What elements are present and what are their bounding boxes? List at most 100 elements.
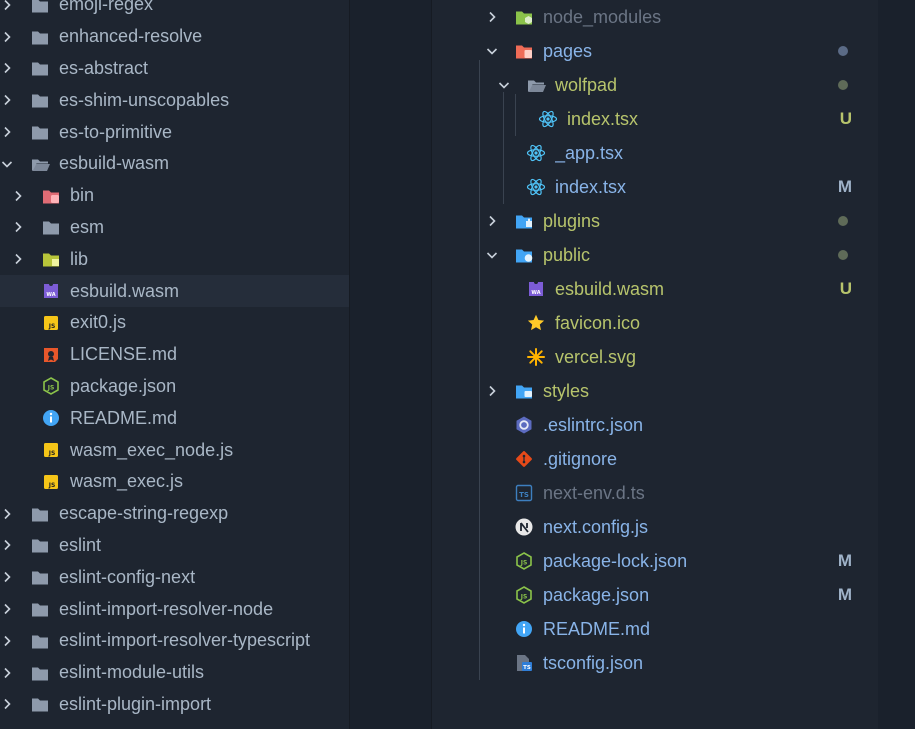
right-edge	[878, 0, 915, 729]
chevron-right-icon[interactable]	[0, 697, 14, 711]
tree-item-eslint-module-utils[interactable]: eslint-module-utils	[0, 657, 349, 689]
git-icon	[514, 449, 534, 469]
chevron-right-icon[interactable]	[485, 384, 499, 398]
tree-item-esbuild-wasm[interactable]: esbuild-wasm	[0, 148, 349, 180]
tree-item-label: package.json	[543, 584, 650, 605]
tree-item-index-tsx[interactable]: index.tsx M	[432, 171, 878, 203]
tsconfig-icon: TS	[514, 653, 534, 673]
tree-item-enhanced-resolve[interactable]: enhanced-resolve	[0, 21, 349, 53]
chevron-right-icon[interactable]	[0, 570, 14, 584]
chevron-right-icon[interactable]	[11, 189, 25, 203]
tree-item-favicon-ico[interactable]: favicon.ico	[432, 307, 878, 339]
tree-item-label: eslint-module-utils	[59, 662, 205, 683]
git-status-badge: M	[837, 177, 852, 196]
tree-item-styles[interactable]: styles	[432, 375, 878, 407]
tree-item-tsconfig-json[interactable]: TS tsconfig.json	[432, 647, 878, 679]
tree-item-label: plugins	[543, 210, 601, 231]
js-file-icon: JS	[41, 440, 61, 460]
tree-item-readme-md[interactable]: README.md	[0, 402, 349, 434]
tree-item-vercel-svg[interactable]: vercel.svg	[432, 341, 878, 373]
info-file-icon	[514, 619, 534, 639]
tree-item-label: eslint-plugin-import	[59, 693, 212, 714]
git-status-badge: M	[837, 585, 852, 604]
chevron-right-icon[interactable]	[0, 125, 14, 139]
svg-text:JS: JS	[48, 482, 56, 489]
chevron-right-icon[interactable]	[0, 666, 14, 680]
tree-item-eslint[interactable]: eslint	[0, 530, 349, 562]
tree-item-plugins[interactable]: plugins	[432, 205, 878, 237]
chevron-down-icon[interactable]	[497, 78, 511, 92]
tree-item-bin[interactable]: bin	[0, 180, 349, 212]
star-icon	[526, 313, 546, 333]
tree-item-es-abstract[interactable]: es-abstract	[0, 53, 349, 85]
tree-item-emoji-regex[interactable]: emoji-regex	[0, 0, 349, 21]
tree-item-es-to-primitive[interactable]: es-to-primitive	[0, 116, 349, 148]
tree-item-lib[interactable]: lib	[0, 243, 349, 275]
tree-item-package-json[interactable]: JS package.json M	[432, 579, 878, 611]
tree-item-escape-string-regexp[interactable]: escape-string-regexp	[0, 498, 349, 530]
tree-item-esbuild-wasm[interactable]: WA esbuild.wasm	[0, 275, 349, 307]
tree-item-eslint-import-resolver-node[interactable]: eslint-import-resolver-node	[0, 593, 349, 625]
folder-icon	[30, 694, 50, 714]
tree-item-label: node_modules	[543, 6, 662, 27]
tree-item-index-tsx[interactable]: index.tsx U	[432, 103, 878, 135]
tree-item-label: package.json	[70, 375, 177, 396]
tree-item-label: README.md	[70, 407, 178, 428]
tree-item-exit0-js[interactable]: JS exit0.js	[0, 307, 349, 339]
tree-item-public[interactable]: public	[432, 239, 878, 271]
folder-icon	[30, 0, 50, 15]
folder-pages-icon	[514, 41, 534, 61]
chevron-down-icon[interactable]	[485, 248, 499, 262]
chevron-right-icon[interactable]	[485, 10, 499, 24]
tree-item-wolfpad[interactable]: wolfpad	[432, 69, 878, 101]
tree-item-package-lock-json[interactable]: JS package-lock.json M	[432, 545, 878, 577]
chevron-right-icon[interactable]	[485, 214, 499, 228]
eslint-icon	[514, 415, 534, 435]
tree-item-label: es-shim-unscopables	[59, 89, 230, 110]
tree-item-esbuild-wasm[interactable]: WA esbuild.wasm U	[432, 273, 878, 305]
tree-item-readme-md[interactable]: README.md	[432, 613, 878, 645]
tree-item-license-md[interactable]: LICENSE.md	[0, 339, 349, 371]
tree-item-gitignore[interactable]: .gitignore	[432, 443, 878, 475]
chevron-right-icon[interactable]	[11, 220, 25, 234]
tree-item-label: next-env.d.ts	[543, 482, 645, 503]
tree-item-eslintrc-json[interactable]: .eslintrc.json	[432, 409, 878, 441]
folder-icon	[30, 504, 50, 524]
tree-item-eslint-plugin-import[interactable]: eslint-plugin-import	[0, 689, 349, 721]
tree-item-es-shim-unscopables[interactable]: es-shim-unscopables	[0, 84, 349, 116]
tree-item-eslint-import-resolver-typescript[interactable]: eslint-import-resolver-typescript	[0, 625, 349, 657]
react-icon	[526, 143, 546, 163]
chevron-right-icon[interactable]	[0, 93, 14, 107]
chevron-right-icon[interactable]	[0, 0, 14, 12]
tree-item-label: esbuild.wasm	[555, 278, 665, 299]
tree-item-label: README.md	[543, 618, 651, 639]
tree-item-label: .gitignore	[543, 448, 618, 469]
chevron-right-icon[interactable]	[0, 634, 14, 648]
chevron-right-icon[interactable]	[11, 252, 25, 266]
chevron-right-icon[interactable]	[0, 30, 14, 44]
chevron-right-icon[interactable]	[0, 507, 14, 521]
tree-item-package-json[interactable]: JS package.json	[0, 371, 349, 403]
tree-item-wasm-exec-js[interactable]: JS wasm_exec.js	[0, 466, 349, 498]
tree-item-label: wasm_exec.js	[70, 471, 184, 492]
tree-item-node-modules[interactable]: node_modules	[432, 1, 878, 33]
tree-item-app-tsx[interactable]: _app.tsx	[432, 137, 878, 169]
tree-item-next-env-d-ts[interactable]: TS next-env.d.ts	[432, 477, 878, 509]
tree-item-pages[interactable]: pages	[432, 35, 878, 67]
tree-item-label: favicon.ico	[555, 312, 641, 333]
chevron-right-icon[interactable]	[0, 538, 14, 552]
chevron-right-icon[interactable]	[0, 602, 14, 616]
tree-item-esm[interactable]: esm	[0, 212, 349, 244]
tree-item-wasm-exec-node-js[interactable]: JS wasm_exec_node.js	[0, 434, 349, 466]
folder-icon	[30, 58, 50, 78]
chevron-right-icon[interactable]	[0, 61, 14, 75]
chevron-down-icon[interactable]	[0, 157, 14, 171]
tree-item-label: index.tsx	[567, 108, 639, 129]
tree-item-eslint-config-next[interactable]: eslint-config-next	[0, 561, 349, 593]
tree-item-next-config-js[interactable]: next.config.js	[432, 511, 878, 543]
chevron-down-icon[interactable]	[485, 44, 499, 58]
